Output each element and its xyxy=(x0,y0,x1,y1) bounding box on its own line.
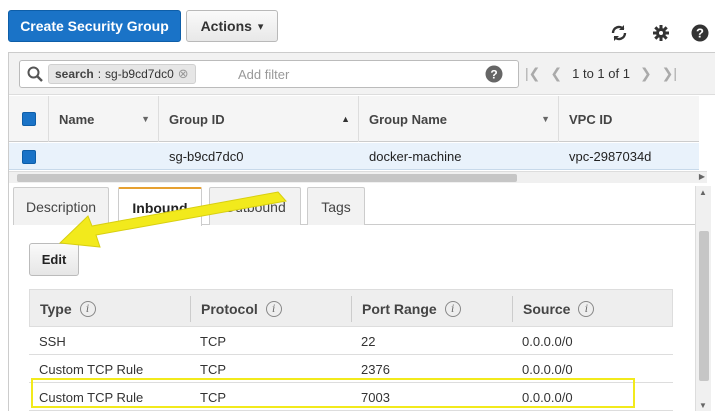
cell-vpc-id: vpc-2987034d xyxy=(569,149,652,164)
pagination: |❮ ❮ 1 to 1 of 1 ❯ ❯| xyxy=(525,65,677,82)
cell-group-name: docker-machine xyxy=(369,149,462,164)
chip-separator: : xyxy=(97,67,102,81)
filter-bar: search : sg-b9cd7dc0 ⊗ Add filter ? |❮ ❮… xyxy=(9,53,715,95)
column-header-group-id[interactable]: Group ID ▲ xyxy=(159,96,359,142)
help-filter-icon[interactable]: ? xyxy=(485,65,503,86)
rule-protocol: TCP xyxy=(200,333,226,349)
cell-group-id: sg-b9cd7dc0 xyxy=(169,149,244,164)
actions-button-label: Actions xyxy=(200,18,252,34)
pagination-text: 1 to 1 of 1 xyxy=(572,66,630,81)
column-header-label: Name xyxy=(59,111,95,127)
grid-header: Name ▼ Group ID ▲ Group Name ▼ VPC ID xyxy=(9,96,699,142)
horizontal-scrollbar[interactable]: ▶ xyxy=(9,171,707,183)
column-header-vpc-id[interactable]: VPC ID xyxy=(559,96,699,142)
search-input[interactable]: search : sg-b9cd7dc0 ⊗ Add filter xyxy=(19,60,519,88)
column-header-port-range: Port Range i xyxy=(362,290,461,328)
edit-button[interactable]: Edit xyxy=(29,243,79,276)
chip-value: sg-b9cd7dc0 xyxy=(105,67,174,81)
svg-text:?: ? xyxy=(696,26,704,41)
add-filter-placeholder[interactable]: Add filter xyxy=(238,67,289,82)
tab-inbound[interactable]: Inbound xyxy=(118,187,202,226)
scrollbar-thumb[interactable] xyxy=(17,174,517,182)
search-filter-chip: search : sg-b9cd7dc0 ⊗ xyxy=(48,64,196,84)
actions-button[interactable]: Actions ▾ xyxy=(186,10,278,42)
column-header-label: Group ID xyxy=(169,111,225,127)
column-header-label: VPC ID xyxy=(569,111,613,127)
chip-key: search xyxy=(55,67,94,81)
help-icon[interactable]: ? xyxy=(689,22,711,44)
refresh-icon[interactable] xyxy=(608,22,630,44)
gear-icon[interactable] xyxy=(650,22,672,44)
detail-tabs: Description Inbound Outbound Tags xyxy=(13,187,703,226)
column-header-label: Source xyxy=(523,301,571,317)
annotation-highlight-box xyxy=(31,378,635,408)
scroll-right-icon[interactable]: ▶ xyxy=(699,172,705,181)
column-header-label: Protocol xyxy=(201,301,258,317)
sort-up-icon: ▲ xyxy=(341,114,350,124)
tab-tags[interactable]: Tags xyxy=(307,187,365,225)
svg-text:?: ? xyxy=(490,68,497,82)
info-icon[interactable]: i xyxy=(444,301,461,317)
scroll-down-icon[interactable]: ▼ xyxy=(699,401,707,410)
clear-chip-icon[interactable]: ⊗ xyxy=(178,66,189,82)
row-checkbox[interactable] xyxy=(22,149,36,164)
sort-down-icon: ▼ xyxy=(141,114,150,124)
first-page-icon[interactable]: |❮ xyxy=(525,65,540,82)
search-icon xyxy=(27,66,43,85)
sort-down-icon: ▼ xyxy=(541,114,550,124)
tab-outbound[interactable]: Outbound xyxy=(209,187,301,225)
column-header-name[interactable]: Name ▼ xyxy=(49,96,159,142)
column-header-source: Source i xyxy=(523,290,595,328)
select-all-cell xyxy=(9,96,49,142)
next-page-icon[interactable]: ❯ xyxy=(640,65,652,82)
info-icon[interactable]: i xyxy=(265,301,282,317)
scroll-up-icon[interactable]: ▲ xyxy=(699,188,707,197)
chevron-down-icon: ▾ xyxy=(257,20,264,33)
last-page-icon[interactable]: ❯| xyxy=(662,65,677,82)
vertical-scrollbar[interactable]: ▲ ▼ xyxy=(695,186,711,411)
select-all-checkbox[interactable] xyxy=(21,112,36,126)
table-row[interactable]: sg-b9cd7dc0 docker-machine vpc-2987034d xyxy=(9,143,699,170)
rule-type: SSH xyxy=(39,333,66,349)
info-icon[interactable]: i xyxy=(79,301,96,317)
rule-source: 0.0.0.0/0 xyxy=(522,333,573,349)
create-security-group-button[interactable]: Create Security Group xyxy=(8,10,181,42)
top-toolbar: Create Security Group Actions ▾ ? xyxy=(0,0,715,52)
prev-page-icon[interactable]: ❮ xyxy=(550,65,562,82)
rules-header: Type i Protocol i Port Range i Source i xyxy=(29,289,673,327)
column-divider xyxy=(512,296,513,322)
info-icon[interactable]: i xyxy=(578,301,595,317)
column-header-type: Type i xyxy=(40,290,96,328)
tab-description[interactable]: Description xyxy=(13,187,109,225)
column-divider xyxy=(190,296,191,322)
rule-row: SSH TCP 22 0.0.0.0/0 xyxy=(29,327,673,355)
column-header-label: Type xyxy=(40,301,72,317)
column-header-group-name[interactable]: Group Name ▼ xyxy=(359,96,559,142)
rule-port-range: 22 xyxy=(361,333,376,349)
column-header-protocol: Protocol i xyxy=(201,290,282,328)
column-divider xyxy=(351,296,352,322)
scrollbar-thumb[interactable] xyxy=(699,231,709,381)
row-select-cell xyxy=(9,143,49,170)
column-header-label: Group Name xyxy=(369,111,448,127)
security-groups-panel: search : sg-b9cd7dc0 ⊗ Add filter ? |❮ ❮… xyxy=(8,52,715,411)
column-header-label: Port Range xyxy=(362,301,437,317)
